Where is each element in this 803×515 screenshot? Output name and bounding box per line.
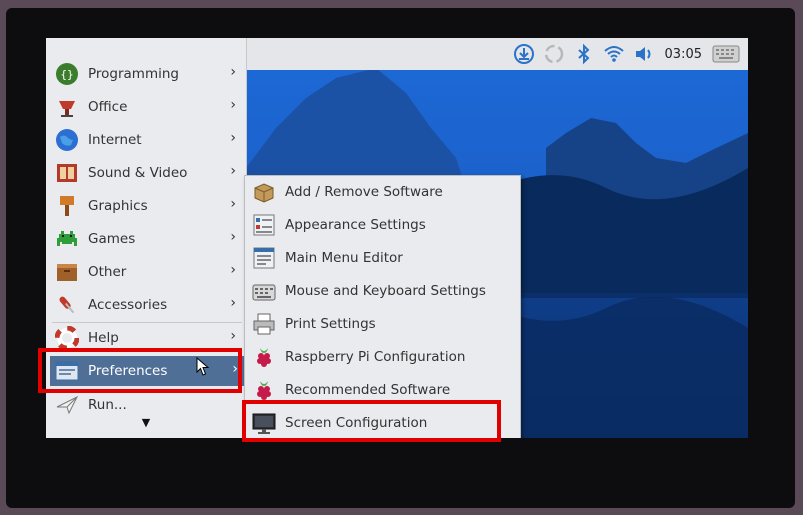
chevron-right-icon: ›: [230, 295, 236, 311]
office-icon: [54, 94, 80, 120]
menu-item-office[interactable]: Office ›: [54, 92, 242, 122]
system-tray: 03:05: [513, 38, 740, 70]
sound-video-icon: [54, 160, 80, 186]
preferences-submenu: Add / Remove Software Appearance Setting…: [244, 175, 521, 438]
accessories-icon: [54, 292, 80, 318]
chevron-right-icon: ›: [230, 163, 236, 179]
menu-item-graphics[interactable]: Graphics ›: [54, 191, 242, 221]
chevron-right-icon: ›: [230, 196, 236, 212]
bluetooth-icon[interactable]: [573, 43, 595, 65]
graphics-icon: [54, 193, 80, 219]
clock[interactable]: 03:05: [665, 47, 702, 62]
other-icon: [54, 259, 80, 285]
appearance-icon: [251, 212, 277, 238]
printer-icon: [251, 311, 277, 337]
volume-icon[interactable]: [633, 43, 655, 65]
package-icon: [251, 179, 277, 205]
highlight-box-preferences: [38, 348, 242, 393]
chevron-right-icon: ›: [230, 262, 236, 278]
menu-item-sound-video[interactable]: Sound & Video ›: [54, 158, 242, 188]
raspberry-icon: [251, 344, 277, 370]
svg-text:{}: {}: [60, 68, 73, 81]
games-icon: [54, 226, 80, 252]
menu-item-games[interactable]: Games ›: [54, 224, 242, 254]
menu-item-other[interactable]: Other ›: [54, 257, 242, 287]
submenu-item-raspberry-pi-configuration[interactable]: Raspberry Pi Configuration: [251, 342, 515, 372]
programming-icon: {}: [54, 61, 80, 87]
submenu-item-print-settings[interactable]: Print Settings: [251, 309, 515, 339]
chevron-right-icon: ›: [230, 64, 236, 80]
keyboard-icon[interactable]: [712, 43, 740, 65]
menu-item-accessories[interactable]: Accessories ›: [54, 290, 242, 320]
run-icon: [54, 392, 80, 418]
network-spinner-icon[interactable]: [543, 43, 565, 65]
submenu-item-appearance-settings[interactable]: Appearance Settings: [251, 210, 515, 240]
menu-editor-icon: [251, 245, 277, 271]
chevron-right-icon: ›: [230, 130, 236, 146]
submenu-item-mouse-keyboard-settings[interactable]: Mouse and Keyboard Settings: [251, 276, 515, 306]
mouse-keyboard-icon: [251, 278, 277, 304]
chevron-right-icon: ›: [230, 229, 236, 245]
internet-icon: [54, 127, 80, 153]
scroll-down-arrow[interactable]: ▼: [46, 416, 246, 434]
chevron-right-icon: ›: [230, 97, 236, 113]
submenu-item-add-remove-software[interactable]: Add / Remove Software: [251, 177, 515, 207]
highlight-box-screen-configuration: [242, 400, 501, 442]
submenu-item-main-menu-editor[interactable]: Main Menu Editor: [251, 243, 515, 273]
menu-item-programming[interactable]: {} Programming ›: [54, 59, 242, 89]
chevron-right-icon: ›: [230, 328, 236, 344]
menu-item-internet[interactable]: Internet ›: [54, 125, 242, 155]
download-icon[interactable]: [513, 43, 535, 65]
wifi-icon[interactable]: [603, 43, 625, 65]
